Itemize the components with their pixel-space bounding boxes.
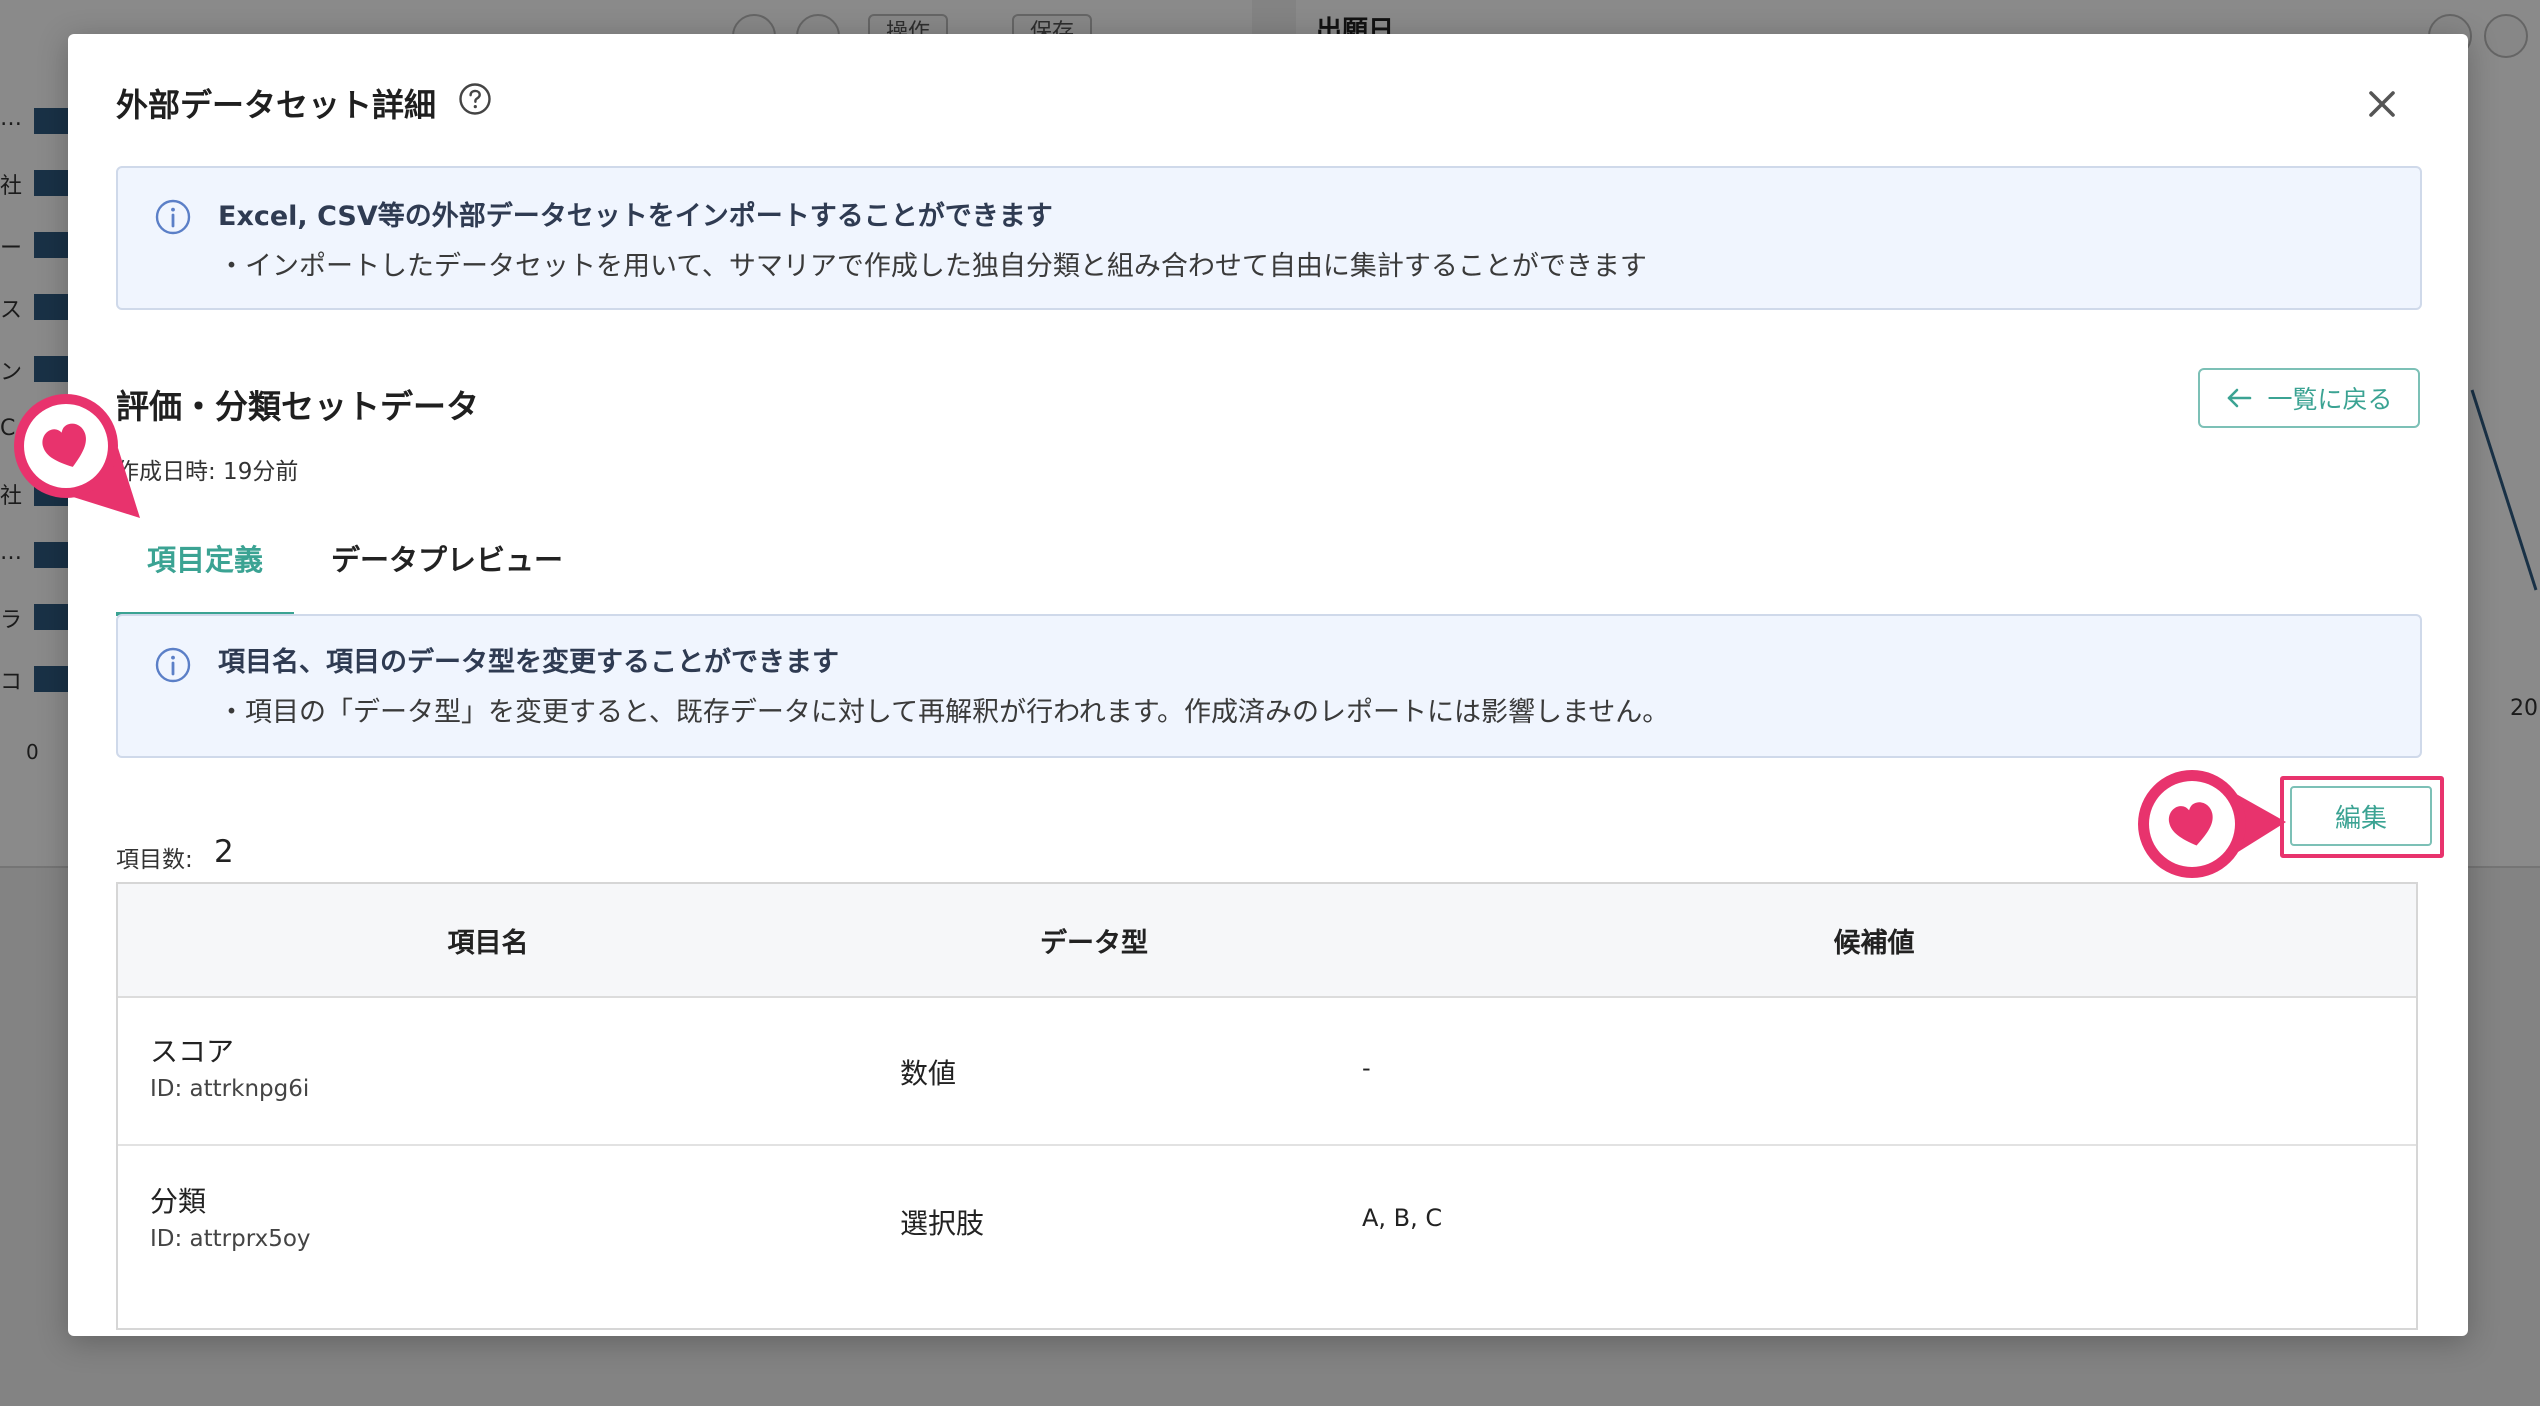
tab-bar: 項目定義 データプレビュー bbox=[116, 504, 816, 618]
arrow-left-icon bbox=[2228, 388, 2252, 408]
back-to-list-label: 一覧に戻る bbox=[2267, 385, 2393, 414]
field-name: スコア bbox=[150, 1035, 235, 1068]
field-definition-table: 項目名 データ型 候補値 スコア ID: attrknpg6i 数値 - 分類 … bbox=[116, 882, 2418, 1330]
heart-marker-icon bbox=[2138, 770, 2286, 878]
table-header: 項目名 データ型 候補値 bbox=[118, 884, 2416, 998]
edit-button[interactable]: 編集 bbox=[2290, 786, 2432, 846]
field-info-text: ・項目の「データ型」を変更すると、既存データに対して再解釈が行われます。作成済み… bbox=[218, 697, 1670, 728]
info-icon bbox=[155, 199, 191, 235]
column-header-candidates: 候補値 bbox=[1833, 927, 1915, 959]
dataset-name: 評価・分類セットデータ bbox=[116, 387, 479, 426]
field-id: ID: attrknpg6i bbox=[150, 1076, 310, 1102]
field-data-type: 数値 bbox=[900, 1057, 957, 1090]
field-data-type: 選択肢 bbox=[900, 1207, 985, 1240]
heart-marker-icon bbox=[14, 394, 140, 518]
close-icon[interactable] bbox=[2358, 80, 2406, 128]
modal-title: 外部データセット詳細 bbox=[116, 86, 437, 124]
field-info-title: 項目名、項目のデータ型を変更することができます bbox=[218, 647, 839, 678]
field-candidates: A, B, C bbox=[1362, 1204, 1443, 1232]
help-circle-icon[interactable] bbox=[458, 82, 492, 116]
field-count-value: 2 bbox=[214, 834, 234, 870]
field-candidates: - bbox=[1362, 1054, 1371, 1082]
table-row: スコア ID: attrknpg6i 数値 - bbox=[118, 996, 2416, 1146]
table-row: 分類 ID: attrprx5oy 選択肢 A, B, C bbox=[118, 1146, 2416, 1294]
column-header-field-name: 項目名 bbox=[447, 927, 529, 959]
field-name: 分類 bbox=[150, 1185, 207, 1218]
info-icon bbox=[155, 647, 191, 683]
import-info-banner: Excel, CSV等の外部データセットをインポートすることができます ・インポ… bbox=[116, 166, 2422, 310]
back-to-list-button[interactable]: 一覧に戻る bbox=[2198, 368, 2420, 428]
tab-data-preview[interactable]: データプレビュー bbox=[314, 504, 580, 612]
field-info-banner: 項目名、項目のデータ型を変更することができます ・項目の「データ型」を変更すると… bbox=[116, 614, 2422, 758]
dataset-detail-modal: 外部データセット詳細 Excel, CSV等の外部データセットをインポートするこ… bbox=[68, 34, 2468, 1336]
field-count-label: 項目数: bbox=[116, 847, 193, 873]
column-header-data-type: データ型 bbox=[1040, 927, 1148, 959]
import-info-text: ・インポートしたデータセットを用いて、サマリアで作成した独自分類と組み合わせて自… bbox=[218, 251, 1647, 282]
field-id: ID: attrprx5oy bbox=[150, 1226, 311, 1252]
import-info-title: Excel, CSV等の外部データセットをインポートすることができます bbox=[218, 201, 1053, 232]
